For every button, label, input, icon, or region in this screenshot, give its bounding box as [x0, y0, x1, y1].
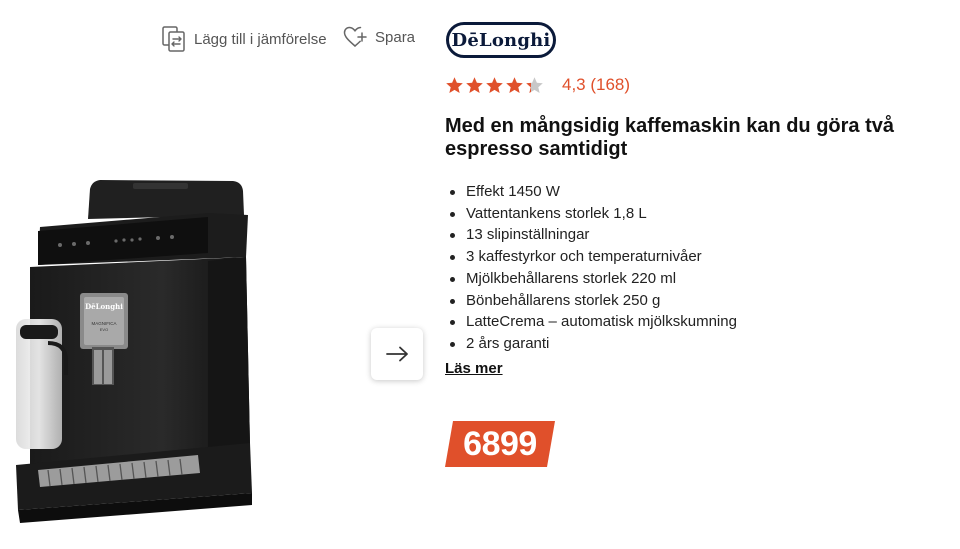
- rating-stars: [445, 76, 544, 95]
- read-more-link[interactable]: Läs mer: [445, 360, 503, 377]
- star-icon: [446, 76, 463, 93]
- star-icon: [526, 76, 543, 93]
- brand-logo-text: DēLonghi: [451, 29, 551, 51]
- spec-item: Effekt 1450 W: [448, 181, 737, 203]
- machine-model-label: MAGNIFICA: [91, 321, 116, 326]
- spec-list: Effekt 1450 W Vattentankens storlek 1,8 L…: [448, 181, 737, 355]
- price-tag: 6899: [445, 421, 555, 467]
- heart-plus-icon: [343, 26, 367, 47]
- spec-item: Vattentankens storlek 1,8 L: [448, 203, 737, 225]
- spec-item: 13 slipinställningar: [448, 224, 737, 246]
- next-image-button[interactable]: [371, 328, 423, 380]
- brand-logo[interactable]: DēLonghi: [446, 22, 556, 58]
- spec-item: 2 års garanti: [448, 333, 737, 355]
- spec-item: LatteCrema – automatisk mjölkskumning: [448, 311, 737, 333]
- machine-brand-label: DēLonghi: [85, 302, 123, 311]
- compare-button[interactable]: Lägg till i jämförelse: [162, 26, 327, 52]
- spec-item: Mjölkbehållarens storlek 220 ml: [448, 268, 737, 290]
- star-icon: [506, 76, 523, 93]
- spec-item: 3 kaffestyrkor och temperaturnivåer: [448, 246, 737, 268]
- product-rating[interactable]: 4,3 (168): [445, 75, 630, 95]
- product-title: Med en mångsidig kaffemaskin kan du göra…: [445, 115, 895, 160]
- compare-icon: [162, 26, 185, 52]
- star-icon: [466, 76, 483, 93]
- save-label: Spara: [375, 28, 416, 46]
- rating-text: 4,3 (168): [562, 75, 631, 94]
- spec-item: Bönbehållarens storlek 250 g: [448, 290, 737, 312]
- compare-label: Lägg till i jämförelse: [194, 30, 327, 48]
- star-icon: [486, 76, 503, 93]
- product-image[interactable]: DēLonghi MAGNIFICA EVO: [8, 175, 268, 535]
- machine-model-sub-label: EVO: [100, 327, 108, 332]
- arrow-right-icon: [386, 346, 408, 362]
- save-button[interactable]: Spara: [343, 26, 415, 48]
- price-value: 6899: [463, 424, 537, 463]
